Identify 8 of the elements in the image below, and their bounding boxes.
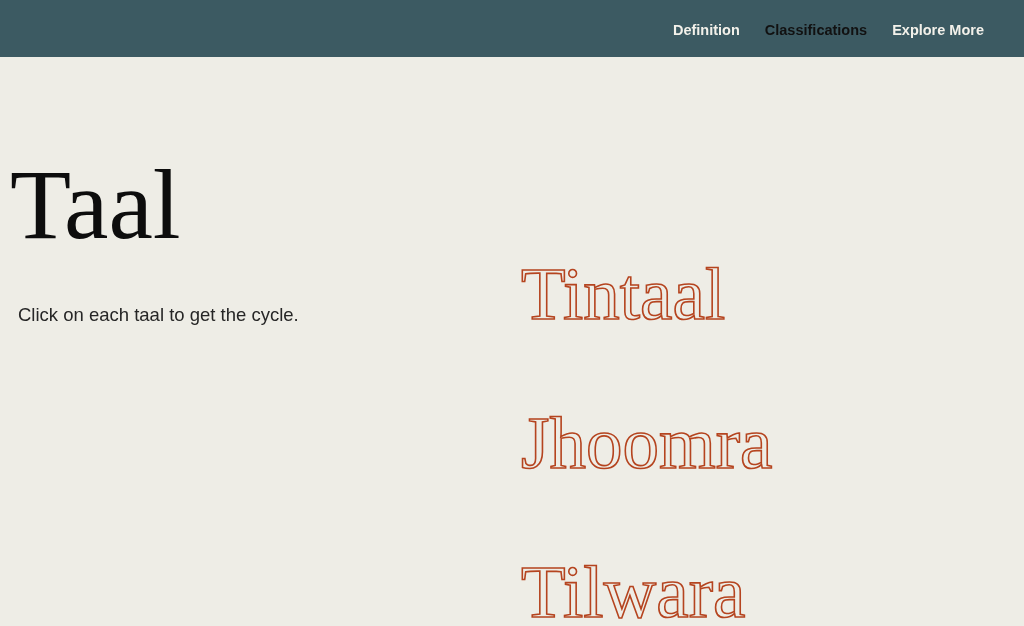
nav-link[interactable]: Explore More — [892, 19, 984, 38]
taal-link[interactable]: Tilwara — [521, 562, 746, 625]
taal-link[interactable]: Jhoomra — [521, 413, 773, 476]
taal-link[interactable]: Tintaal — [521, 264, 726, 327]
nav-link[interactable]: Definition — [672, 19, 740, 38]
instruction-text: Click on each taal to get the cycle. — [18, 304, 299, 327]
page-title: Taal — [10, 155, 181, 255]
nav-link[interactable]: Classifications — [764, 19, 868, 38]
